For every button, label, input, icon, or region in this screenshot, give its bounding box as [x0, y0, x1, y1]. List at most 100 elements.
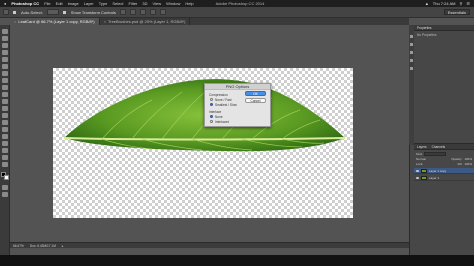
close-icon[interactable]: ×	[104, 19, 106, 24]
quick-mask-icon[interactable]	[2, 185, 8, 190]
compression-fast-label[interactable]: None / Fast	[215, 98, 231, 102]
interlace-none-label[interactable]: None	[215, 115, 223, 119]
search-icon[interactable]: ⚲	[459, 0, 462, 7]
macos-dock	[0, 255, 474, 266]
marquee-tool-icon[interactable]	[2, 36, 8, 41]
opacity-value[interactable]: 100%	[464, 157, 472, 161]
compression-smallest-radio[interactable]	[210, 103, 213, 106]
fill-value[interactable]: 100%	[464, 162, 472, 166]
tab-layers[interactable]: Layers	[417, 145, 427, 149]
menu-help[interactable]: Help	[185, 0, 193, 7]
tools-panel	[0, 25, 10, 255]
menu-extras: ▲ Thu 7:24 AM ⚲ ☰	[425, 0, 470, 7]
no-properties-text: No Properties	[417, 33, 437, 37]
menu-layer[interactable]: Layer	[84, 0, 94, 7]
eraser-tool-icon[interactable]	[2, 99, 8, 104]
opacity-label: Opacity:	[451, 157, 463, 161]
menu-image[interactable]: Image	[68, 0, 79, 7]
character-panel-icon[interactable]	[410, 51, 413, 54]
show-transform-checkbox[interactable]	[62, 10, 66, 14]
interlace-interlaced-label[interactable]: Interlaced	[215, 120, 229, 124]
healing-brush-tool-icon[interactable]	[2, 71, 8, 76]
filter-kind-dropdown[interactable]	[424, 152, 447, 156]
tab-treebrushes[interactable]: × TreeBrushes.psd @ 25% (Layer 1, RGB/8*)	[99, 18, 191, 25]
layer-name[interactable]: Layer 1 copy	[429, 169, 446, 173]
type-tool-icon[interactable]	[2, 134, 8, 139]
properties-tab[interactable]: Properties	[417, 26, 432, 30]
menu-select[interactable]: Select	[112, 0, 123, 7]
move-tool-icon[interactable]	[2, 29, 8, 34]
history-brush-tool-icon[interactable]	[2, 92, 8, 97]
compression-fast-radio[interactable]	[210, 98, 213, 101]
lasso-tool-icon[interactable]	[2, 43, 8, 48]
auto-select-checkbox[interactable]	[13, 10, 16, 14]
blur-tool-icon[interactable]	[2, 113, 8, 118]
3d-mode-button[interactable]	[159, 9, 166, 15]
clock[interactable]: Thu 7:24 AM	[433, 0, 456, 7]
shape-tool-icon[interactable]	[2, 148, 8, 153]
tab-leafcard[interactable]: × LeafCard @ 66.7% (Layer 1 copy, RGB/8*)	[10, 18, 100, 25]
lock-fill-row: Lock: Fill: 100%	[416, 162, 472, 166]
interlace-none-radio[interactable]	[210, 115, 213, 118]
cancel-button[interactable]: Cancel	[245, 98, 266, 103]
kind-label[interactable]: Kind	[416, 152, 422, 156]
blend-mode-dropdown[interactable]: Normal	[416, 157, 426, 161]
dialog-title: PNG Options	[205, 84, 270, 90]
menu-3d[interactable]: 3D	[142, 0, 147, 7]
menu-view[interactable]: View	[153, 0, 162, 7]
layer-row[interactable]: Layer 1 copy	[414, 168, 474, 174]
png-options-dialog: PNG Options Compression None / Fast Smal…	[204, 83, 271, 127]
layer-filter-row: Kind	[416, 152, 472, 156]
zoom-level[interactable]: 66.67%	[13, 244, 24, 248]
dodge-tool-icon[interactable]	[2, 120, 8, 125]
paragraph-panel-icon[interactable]	[410, 59, 413, 62]
chevron-right-icon[interactable]: ▸	[62, 244, 64, 248]
eye-icon[interactable]	[416, 169, 419, 172]
zoom-tool-icon[interactable]	[2, 162, 8, 167]
distribute-button[interactable]	[149, 9, 156, 15]
app-menu[interactable]: Photoshop CC	[11, 0, 39, 7]
gradient-tool-icon[interactable]	[2, 106, 8, 111]
crop-tool-icon[interactable]	[2, 57, 8, 62]
layers-panel: Layers Channels Kind Normal Opacity: 100…	[414, 143, 474, 255]
pen-tool-icon[interactable]	[2, 127, 8, 132]
tab-channels[interactable]: Channels	[432, 145, 445, 149]
move-tool-preset-button[interactable]	[3, 9, 9, 15]
doc-info[interactable]: Doc: 6.43M/17.1M	[30, 244, 56, 248]
tab-label: LeafCard @ 66.7% (Layer 1 copy, RGB/8*)	[18, 19, 95, 24]
clone-stamp-tool-icon[interactable]	[2, 85, 8, 90]
layer-thumbnail	[421, 168, 427, 173]
path-select-tool-icon[interactable]	[2, 141, 8, 146]
wifi-icon[interactable]: ▲	[425, 0, 429, 7]
menu-type[interactable]: Type	[99, 0, 108, 7]
hand-tool-icon[interactable]	[2, 155, 8, 160]
menu-file[interactable]: File	[44, 0, 50, 7]
apple-menu-icon[interactable]: ●	[4, 0, 6, 7]
close-icon[interactable]: ×	[14, 19, 16, 24]
align-right-button[interactable]	[139, 9, 146, 15]
brush-panel-icon[interactable]	[410, 67, 413, 70]
screen-mode-icon[interactable]	[2, 192, 8, 197]
compression-smallest-label[interactable]: Smallest / Slow	[215, 103, 237, 107]
properties-panel-icon[interactable]	[410, 43, 413, 46]
eye-icon[interactable]	[416, 176, 419, 179]
menu-edit[interactable]: Edit	[56, 0, 63, 7]
quick-select-tool-icon[interactable]	[2, 50, 8, 55]
window-title: Adobe Photoshop CC 2014	[215, 1, 265, 6]
layer-row[interactable]: Layer 1	[414, 175, 474, 181]
menu-window[interactable]: Window	[166, 0, 180, 7]
brush-tool-icon[interactable]	[2, 78, 8, 83]
notifications-icon[interactable]: ☰	[466, 0, 470, 7]
eyedropper-tool-icon[interactable]	[2, 64, 8, 69]
background-color-swatch[interactable]	[4, 175, 9, 180]
interlace-interlaced-radio[interactable]	[210, 120, 213, 123]
layer-name[interactable]: Layer 1	[429, 176, 439, 180]
history-panel-icon[interactable]	[410, 35, 413, 38]
menu-filter[interactable]: Filter	[129, 0, 138, 7]
ok-button[interactable]: OK	[245, 91, 266, 96]
align-center-button[interactable]	[129, 9, 136, 15]
auto-select-dropdown[interactable]	[46, 9, 59, 15]
align-left-button[interactable]	[119, 9, 126, 15]
properties-header: Properties	[414, 25, 474, 31]
workspace-switcher[interactable]: Essentials	[443, 9, 470, 15]
